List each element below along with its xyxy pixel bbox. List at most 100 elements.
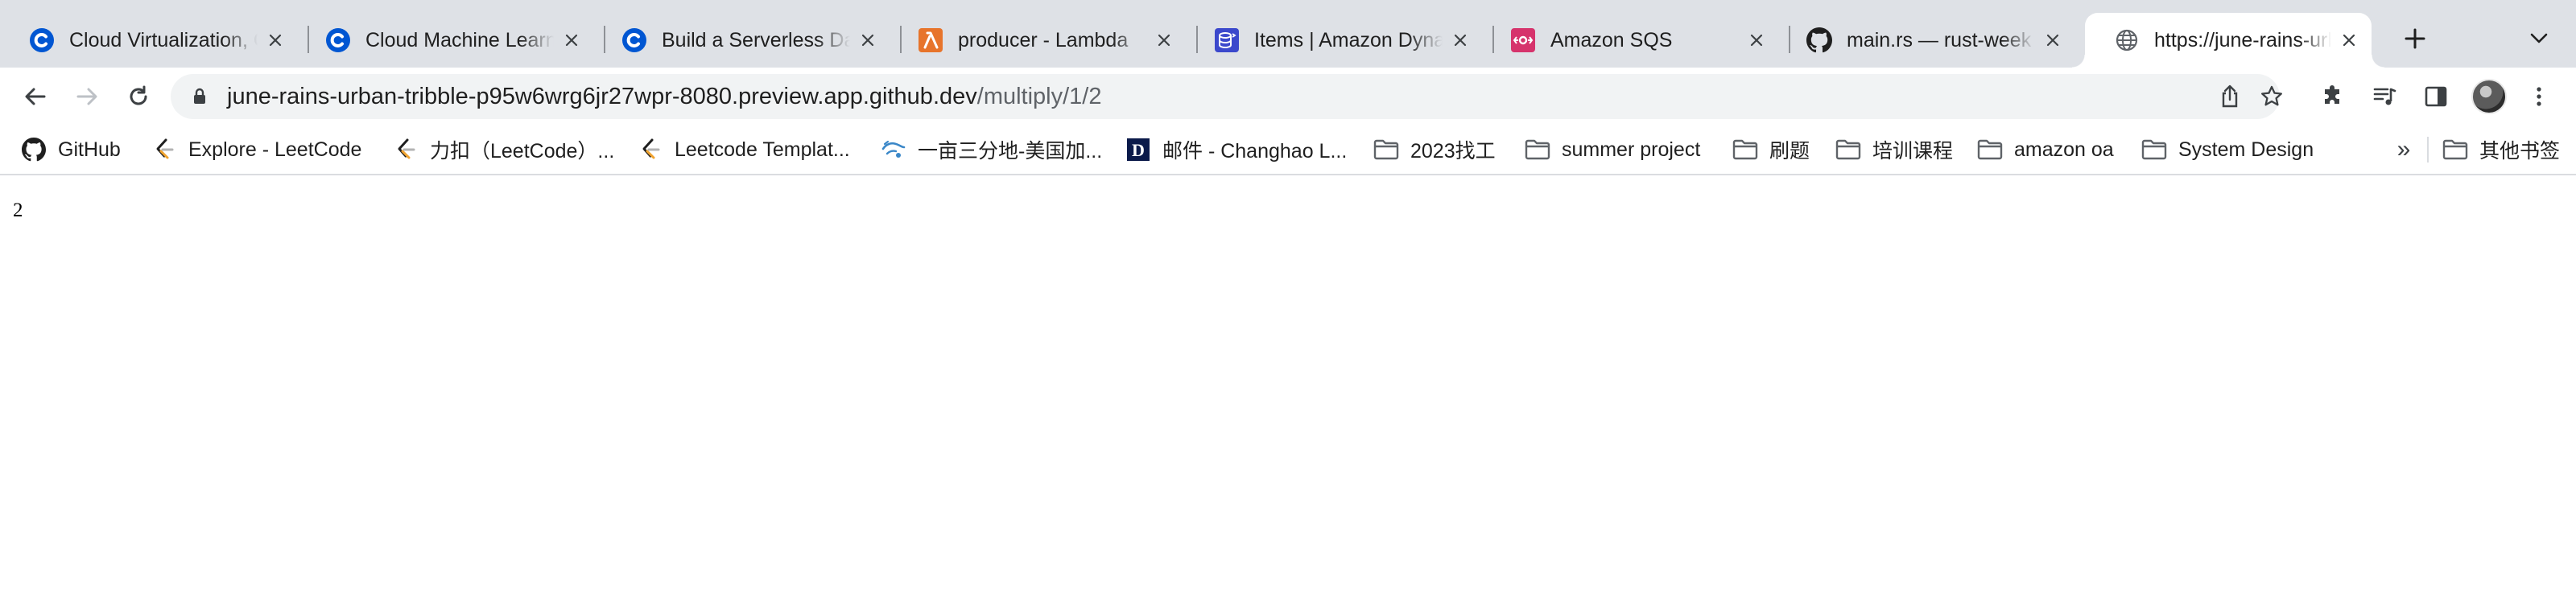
bookmark-github[interactable]: GitHub: [21, 134, 121, 166]
tab-amazon-sqs[interactable]: Amazon SQS: [1481, 13, 1779, 68]
tab-build-serverless[interactable]: Build a Serverless Da: [592, 13, 890, 68]
puzzle-icon: [2325, 85, 2339, 104]
svg-text:D: D: [1132, 140, 1145, 160]
close-tab-icon[interactable]: [2040, 27, 2066, 53]
tab-title: Cloud Virtualization, C: [69, 28, 258, 51]
url-text[interactable]: june-rains-urban-tribble-p95w6wrg6jr27wp…: [227, 74, 1102, 119]
new-tab-button[interactable]: [2396, 19, 2434, 58]
tab-title: Cloud Machine Learni: [365, 28, 554, 51]
folder-icon: [1977, 137, 2003, 163]
tab-producer-lambda[interactable]: producer - Lambda: [889, 13, 1187, 68]
page-content: 2: [0, 177, 2576, 613]
reload-button[interactable]: [119, 77, 158, 116]
bookmark-label: 2023找工: [1410, 140, 1496, 163]
tab-strip: Cloud Virtualization, C Cloud Machine Le…: [0, 0, 2576, 68]
folder-icon: [1835, 137, 1861, 163]
bookmark-label: System Design: [2178, 138, 2314, 161]
bookmark-label: 邮件 - Changhao L...: [1162, 140, 1348, 163]
side-panel-button[interactable]: [2417, 77, 2455, 116]
bookmarks-overflow-button[interactable]: »: [2389, 135, 2418, 164]
bookmark-label: 力扣（LeetCode）...: [430, 140, 615, 163]
coursera-icon: [29, 27, 55, 53]
bookmark-label: summer project: [1562, 138, 1701, 161]
tab-search-button[interactable]: [2523, 23, 2555, 55]
tab-active-preview[interactable]: https://june-rains-urb: [2072, 13, 2384, 68]
back-button[interactable]: [16, 77, 55, 116]
coursera-icon: [325, 27, 351, 53]
tab-dynamodb-items[interactable]: Items | Amazon Dyna: [1185, 13, 1483, 68]
bookmark-label: Leetcode Templat...: [675, 138, 850, 161]
tab-title: Build a Serverless Da: [662, 28, 850, 51]
profile-avatar[interactable]: [2471, 79, 2507, 114]
tab-cloud-machine-learning[interactable]: Cloud Machine Learni: [296, 13, 594, 68]
bookmark-explore-leetcode[interactable]: Explore - LeetCode: [151, 134, 361, 166]
bookmark-folder-shuati[interactable]: 刷题: [1732, 134, 1810, 166]
bookmark-label: GitHub: [58, 138, 121, 161]
close-tab-icon[interactable]: [559, 27, 584, 53]
bookmark-label: Explore - LeetCode: [188, 138, 362, 161]
close-tab-icon[interactable]: [2336, 27, 2362, 53]
side-panel-icon: [2425, 86, 2447, 107]
close-tab-icon[interactable]: [1744, 27, 1769, 53]
lock-icon[interactable]: [190, 87, 209, 106]
leetcode-icon: [638, 137, 663, 163]
arrow-right-icon: [76, 88, 97, 105]
tab-title: main.rs — rust-week: [1847, 28, 2032, 51]
tab-title: Amazon SQS: [1550, 28, 1673, 51]
tab-title: producer - Lambda: [958, 28, 1129, 51]
globe-icon: [2114, 27, 2140, 53]
url-host: june-rains-urban-tribble-p95w6wrg6jr27wp…: [227, 84, 977, 109]
url-path: /multiply/1/2: [976, 84, 1102, 109]
github-icon: [1806, 27, 1832, 53]
coursera-icon: [621, 27, 647, 53]
more-vertical-icon: [2537, 87, 2541, 106]
forward-button[interactable]: [68, 77, 106, 116]
bookmark-folder-2023[interactable]: 2023找工: [1373, 134, 1496, 166]
arrow-left-icon: [25, 88, 46, 105]
browser-toolbar: june-rains-urban-tribble-p95w6wrg6jr27wp…: [0, 68, 2576, 125]
bookmark-folder-amazon-oa[interactable]: amazon oa: [1977, 134, 2114, 166]
bookmark-label: 刷题: [1769, 140, 1810, 163]
chevron-down-icon: [2530, 33, 2548, 43]
share-icon[interactable]: [2214, 80, 2246, 113]
bookmark-leetcode-cn[interactable]: 力扣（LeetCode）...: [393, 134, 614, 166]
folder-icon: [1373, 137, 1399, 163]
bookmarks-bar: GitHub Explore - LeetCode 力扣（LeetCode）..…: [0, 125, 2576, 175]
duke-d-icon: D: [1125, 137, 1151, 163]
extensions-button[interactable]: [2314, 77, 2352, 116]
close-tab-icon[interactable]: [855, 27, 881, 53]
bookmark-label: 培训课程: [1872, 140, 1954, 163]
plus-icon: [2405, 28, 2425, 49]
bookmark-label: 一亩三分地-美国加...: [918, 140, 1103, 163]
aws-sqs-icon: [1510, 27, 1536, 53]
bookmark-other-bookmarks[interactable]: 其他书签: [2442, 134, 2560, 166]
tab-title: Items | Amazon Dyna: [1254, 28, 1443, 51]
close-tab-icon[interactable]: [1151, 27, 1177, 53]
bookmark-folder-system-design[interactable]: System Design: [2141, 134, 2314, 166]
browser-menu-button[interactable]: [2520, 77, 2558, 116]
bookmark-folder-summer-project[interactable]: summer project: [1525, 134, 1700, 166]
bookmark-label: 其他书签: [2479, 140, 2561, 163]
folder-icon: [2141, 137, 2167, 163]
address-bar[interactable]: june-rains-urban-tribble-p95w6wrg6jr27wp…: [171, 74, 2282, 119]
tab-main-rs[interactable]: main.rs — rust-week: [1777, 13, 2075, 68]
media-controls-button[interactable]: [2365, 77, 2404, 116]
folder-icon: [1525, 137, 1550, 163]
bookmark-star-icon[interactable]: [2256, 80, 2288, 113]
close-tab-icon[interactable]: [262, 27, 288, 53]
1point3acres-icon: [881, 137, 906, 163]
tab-cloud-virtualization[interactable]: Cloud Virtualization, C: [0, 13, 298, 68]
bookmark-1point3acres[interactable]: 一亩三分地-美国加...: [881, 134, 1102, 166]
bookmark-leetcode-template[interactable]: Leetcode Templat...: [638, 134, 850, 166]
aws-lambda-icon: [918, 27, 943, 53]
aws-dynamodb-icon: [1214, 27, 1240, 53]
bookmark-folder-training[interactable]: 培训课程: [1835, 134, 1953, 166]
close-tab-icon[interactable]: [1447, 27, 1473, 53]
multiply-result: 2: [13, 200, 23, 221]
queue-music-icon: [2373, 88, 2396, 105]
github-icon: [21, 137, 47, 163]
bookmark-duke-mail[interactable]: D 邮件 - Changhao L...: [1125, 134, 1347, 166]
folder-icon: [2442, 137, 2468, 163]
bookmark-label: amazon oa: [2014, 138, 2114, 161]
bookmarks-divider: [2427, 137, 2429, 163]
